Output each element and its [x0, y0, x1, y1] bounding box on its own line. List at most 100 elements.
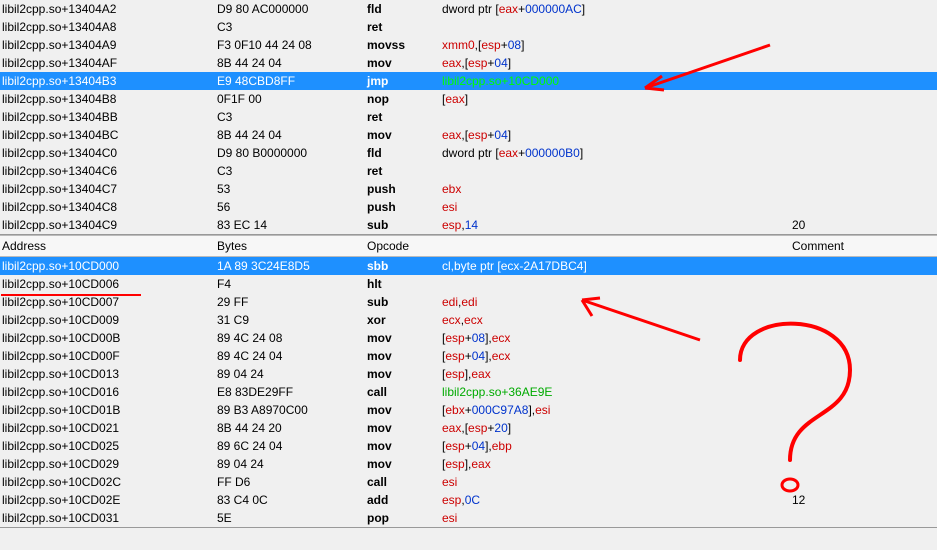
disasm-row[interactable]: libil2cpp.so+13404C856pushesi — [0, 198, 937, 216]
address-cell: libil2cpp.so+10CD01B — [2, 403, 217, 417]
opcode-cell: call — [367, 475, 442, 489]
disasm-row[interactable]: libil2cpp.so+13404C983 EC 14subesp,1420 — [0, 216, 937, 234]
disasm-row[interactable]: libil2cpp.so+10CD00931 C9xorecx,ecx — [0, 311, 937, 329]
bytes-cell: 31 C9 — [217, 313, 367, 327]
address-cell: libil2cpp.so+10CD025 — [2, 439, 217, 453]
operands-cell: esi — [442, 511, 792, 525]
disasm-row[interactable]: libil2cpp.so+10CD01389 04 24mov[esp],eax — [0, 365, 937, 383]
disasm-row[interactable]: libil2cpp.so+10CD0315Epopesi — [0, 509, 937, 527]
address-cell: libil2cpp.so+13404A9 — [2, 38, 217, 52]
address-cell: libil2cpp.so+10CD021 — [2, 421, 217, 435]
opcode-cell: xor — [367, 313, 442, 327]
bytes-cell: F3 0F10 44 24 08 — [217, 38, 367, 52]
disasm-row[interactable]: libil2cpp.so+13404C753pushebx — [0, 180, 937, 198]
bytes-cell: 83 C4 0C — [217, 493, 367, 507]
opcode-cell: sub — [367, 218, 442, 232]
column-header: Address Bytes Opcode Comment — [0, 235, 937, 257]
header-opcode: Opcode — [367, 239, 442, 253]
opcode-cell: push — [367, 200, 442, 214]
address-cell: libil2cpp.so+13404C7 — [2, 182, 217, 196]
address-cell: libil2cpp.so+10CD02C — [2, 475, 217, 489]
disasm-row[interactable]: libil2cpp.so+10CD016E8 83DE29FFcalllibil… — [0, 383, 937, 401]
opcode-cell: mov — [367, 331, 442, 345]
opcode-cell: movss — [367, 38, 442, 52]
opcode-cell: jmp — [367, 74, 442, 88]
address-cell: libil2cpp.so+10CD031 — [2, 511, 217, 525]
opcode-cell: add — [367, 493, 442, 507]
opcode-cell: hlt — [367, 277, 442, 291]
bytes-cell: 89 4C 24 04 — [217, 349, 367, 363]
disasm-row[interactable]: libil2cpp.so+13404A2D9 80 AC000000flddwo… — [0, 0, 937, 18]
address-cell: libil2cpp.so+10CD00B — [2, 331, 217, 345]
comment-cell: 20 — [792, 218, 937, 232]
address-cell: libil2cpp.so+10CD02E — [2, 493, 217, 507]
disasm-bottom-pane[interactable]: libil2cpp.so+10CD0001A 89 3C24E8D5sbbcl,… — [0, 257, 937, 528]
bytes-cell: 8B 44 24 20 — [217, 421, 367, 435]
address-cell: libil2cpp.so+10CD016 — [2, 385, 217, 399]
disasm-row[interactable]: libil2cpp.so+10CD02589 6C 24 04mov[esp+0… — [0, 437, 937, 455]
disasm-row[interactable]: libil2cpp.so+13404A8C3ret — [0, 18, 937, 36]
opcode-cell: call — [367, 385, 442, 399]
address-cell: libil2cpp.so+13404B3 — [2, 74, 217, 88]
address-cell: libil2cpp.so+13404C8 — [2, 200, 217, 214]
disasm-row[interactable]: libil2cpp.so+10CD02CFF D6callesi — [0, 473, 937, 491]
address-cell: libil2cpp.so+13404C6 — [2, 164, 217, 178]
disasm-row[interactable]: libil2cpp.so+13404AF8B 44 24 04moveax,[e… — [0, 54, 937, 72]
disasm-row[interactable]: libil2cpp.so+13404C0D9 80 B0000000flddwo… — [0, 144, 937, 162]
bytes-cell: 56 — [217, 200, 367, 214]
disasm-row[interactable]: libil2cpp.so+13404A9F3 0F10 44 24 08movs… — [0, 36, 937, 54]
bytes-cell: F4 — [217, 277, 367, 291]
operands-cell: eax,[esp+20] — [442, 421, 792, 435]
operands-cell: [esp+04],ebp — [442, 439, 792, 453]
disasm-row[interactable]: libil2cpp.so+13404B3E9 48CBD8FFjmplibil2… — [0, 72, 937, 90]
disasm-row[interactable]: libil2cpp.so+10CD02E83 C4 0Caddesp,0C12 — [0, 491, 937, 509]
bytes-cell: 8B 44 24 04 — [217, 128, 367, 142]
address-cell: libil2cpp.so+10CD006 — [2, 277, 217, 291]
disasm-row[interactable]: libil2cpp.so+10CD0218B 44 24 20moveax,[e… — [0, 419, 937, 437]
disasm-row[interactable]: libil2cpp.so+13404C6C3ret — [0, 162, 937, 180]
address-cell: libil2cpp.so+13404B8 — [2, 92, 217, 106]
operands-cell: esi — [442, 200, 792, 214]
disasm-row[interactable]: libil2cpp.so+10CD00B89 4C 24 08mov[esp+0… — [0, 329, 937, 347]
address-cell: libil2cpp.so+13404A2 — [2, 2, 217, 16]
opcode-cell: fld — [367, 2, 442, 16]
operands-cell: libil2cpp.so+36AE9E — [442, 385, 792, 399]
address-cell: libil2cpp.so+10CD013 — [2, 367, 217, 381]
address-cell: libil2cpp.so+13404AF — [2, 56, 217, 70]
bytes-cell: E9 48CBD8FF — [217, 74, 367, 88]
address-cell: libil2cpp.so+13404C9 — [2, 218, 217, 232]
disasm-row[interactable]: libil2cpp.so+13404B80F1F 00nop[eax] — [0, 90, 937, 108]
header-address: Address — [2, 239, 217, 253]
disasm-row[interactable]: libil2cpp.so+10CD00729 FFsubedi,edi — [0, 293, 937, 311]
bytes-cell: C3 — [217, 20, 367, 34]
disasm-row[interactable]: libil2cpp.so+10CD01B89 B3 A8970C00mov[eb… — [0, 401, 937, 419]
opcode-cell: ret — [367, 20, 442, 34]
opcode-cell: mov — [367, 439, 442, 453]
bytes-cell: 5E — [217, 511, 367, 525]
disasm-row[interactable]: libil2cpp.so+10CD00F89 4C 24 04mov[esp+0… — [0, 347, 937, 365]
disasm-row[interactable]: libil2cpp.so+10CD02989 04 24mov[esp],eax — [0, 455, 937, 473]
bytes-cell: 0F1F 00 — [217, 92, 367, 106]
opcode-cell: ret — [367, 110, 442, 124]
opcode-cell: pop — [367, 511, 442, 525]
disasm-top-pane[interactable]: libil2cpp.so+13404A2D9 80 AC000000flddwo… — [0, 0, 937, 235]
operands-cell: [eax] — [442, 92, 792, 106]
operands-cell: [esp+04],ecx — [442, 349, 792, 363]
header-comment: Comment — [792, 239, 937, 253]
address-cell: libil2cpp.so+13404BB — [2, 110, 217, 124]
opcode-cell: sbb — [367, 259, 442, 273]
disasm-row[interactable]: libil2cpp.so+10CD0001A 89 3C24E8D5sbbcl,… — [0, 257, 937, 275]
disasm-row[interactable]: libil2cpp.so+13404BBC3ret — [0, 108, 937, 126]
bytes-cell: 53 — [217, 182, 367, 196]
operands-cell: [ebx+000C97A8],esi — [442, 403, 792, 417]
opcode-cell: mov — [367, 56, 442, 70]
disasm-row[interactable]: libil2cpp.so+10CD006F4hlt — [0, 275, 937, 293]
comment-cell: 12 — [792, 493, 937, 507]
operands-cell: eax,[esp+04] — [442, 56, 792, 70]
disasm-row[interactable]: libil2cpp.so+13404BC8B 44 24 04moveax,[e… — [0, 126, 937, 144]
operands-cell: ecx,ecx — [442, 313, 792, 327]
address-cell: libil2cpp.so+10CD007 — [2, 295, 217, 309]
operands-cell: esp,14 — [442, 218, 792, 232]
operands-cell: [esp],eax — [442, 367, 792, 381]
operands-cell: [esp+08],ecx — [442, 331, 792, 345]
